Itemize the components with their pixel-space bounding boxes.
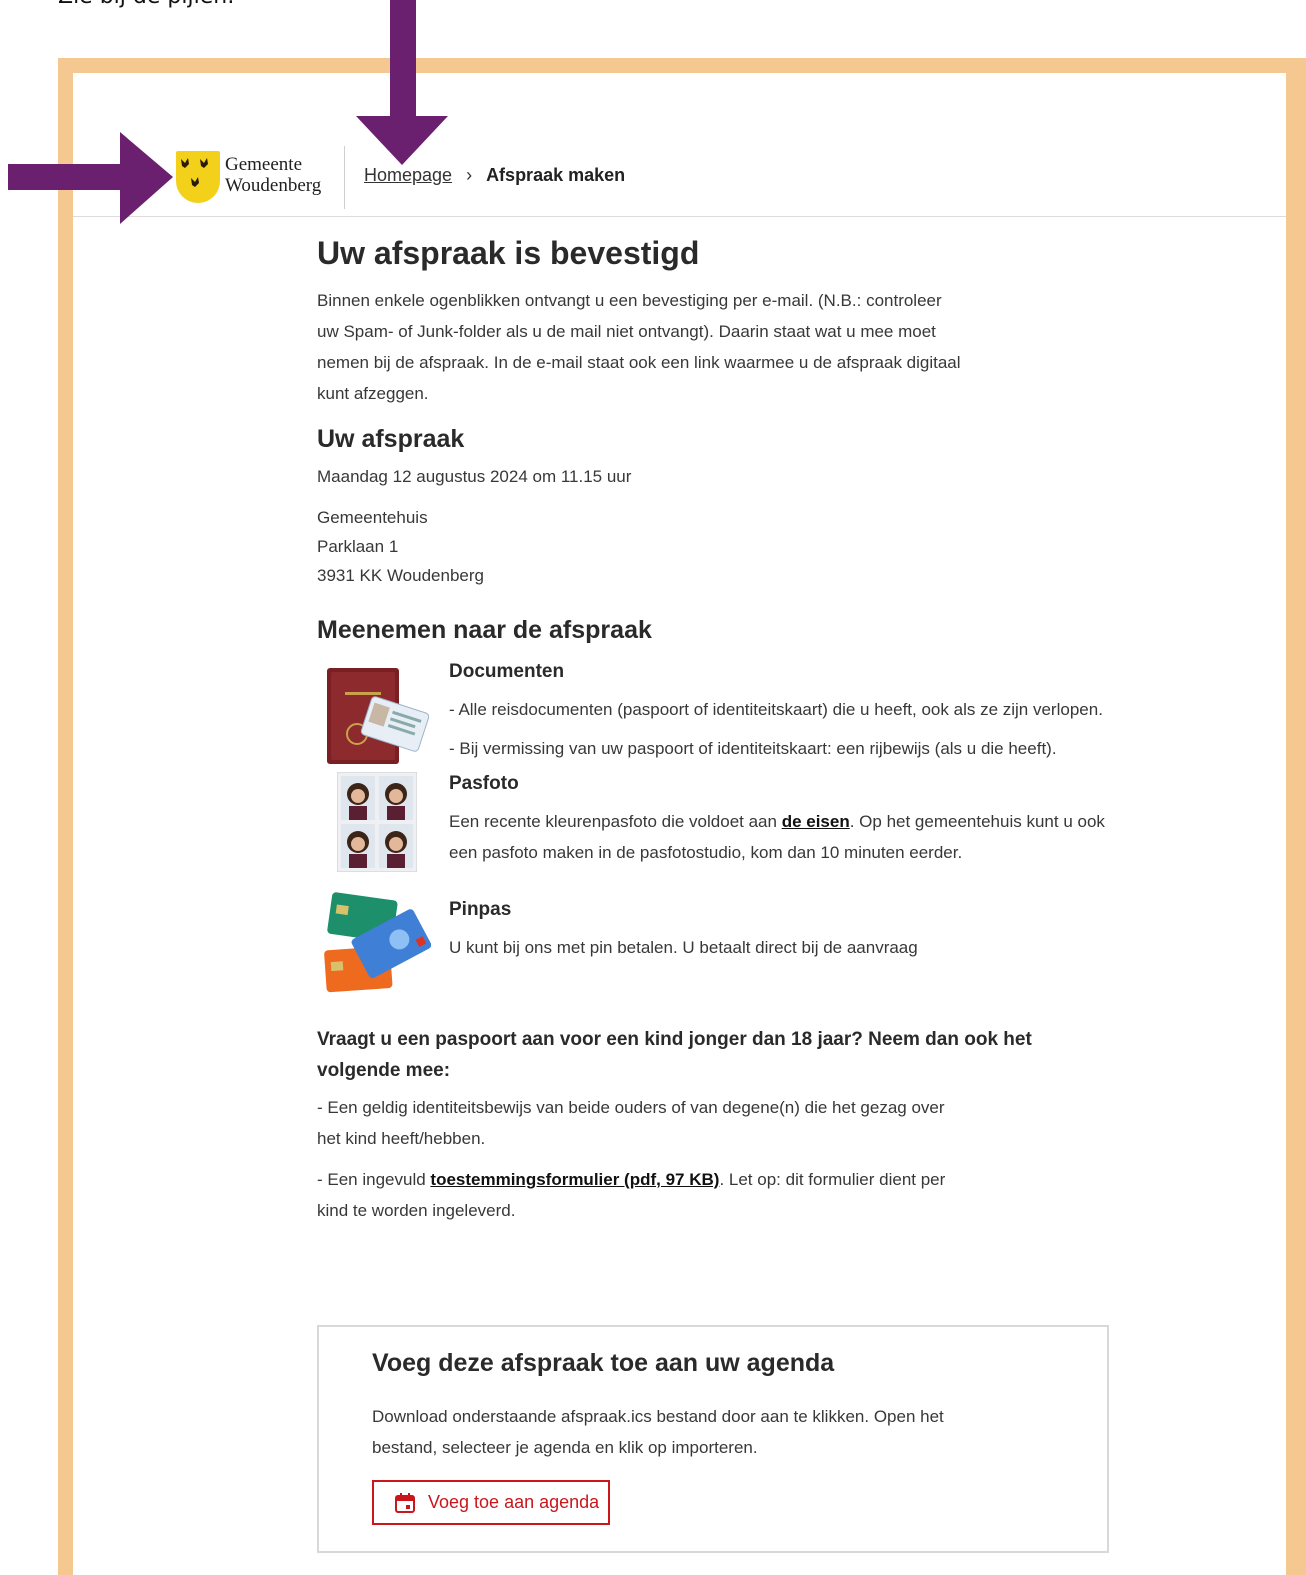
- caption-text: Zie bij de pijlen:: [58, 0, 235, 9]
- add-to-agenda-button[interactable]: Voeg toe aan agenda: [372, 1480, 610, 1525]
- documents-line-1: - Alle reisdocumenten (paspoort of ident…: [449, 700, 1103, 719]
- pasfoto-text-before: Een recente kleurenpasfoto die voldoet a…: [449, 812, 782, 831]
- woudenberg-shield-logo: [176, 151, 220, 203]
- location-city: 3931 KK Woudenberg: [317, 566, 484, 585]
- breadcrumb-homepage-link[interactable]: Homepage: [364, 165, 452, 186]
- arrow-down-icon: [356, 0, 448, 165]
- child-section: Vraagt u een paspoort aan voor een kind …: [317, 1024, 1117, 1226]
- documents-item: Documenten - Alle reisdocumenten (paspoo…: [317, 660, 1117, 764]
- breadcrumb: Homepage › Afspraak maken: [364, 165, 625, 186]
- add-to-agenda-label: Voeg toe aan agenda: [428, 1492, 600, 1512]
- location-street: Parklaan 1: [317, 537, 399, 556]
- pasfoto-text: Een recente kleurenpasfoto die voldoet a…: [449, 806, 1117, 868]
- breadcrumb-current: Afspraak maken: [486, 165, 626, 185]
- site-header: Gemeente Woudenberg Homepage › Afspraak …: [73, 73, 1286, 217]
- page-title: Uw afspraak is bevestigd: [317, 235, 700, 271]
- site-logo[interactable]: Gemeente Woudenberg: [176, 151, 336, 205]
- pasfoto-heading: Pasfoto: [449, 773, 519, 794]
- breadcrumb-chevron-icon: ›: [466, 165, 473, 185]
- bring-heading: Meenemen naar de afspraak: [317, 616, 652, 644]
- de-eisen-link[interactable]: de eisen: [782, 812, 850, 831]
- arrow-right-icon: [8, 132, 173, 224]
- intro-text: Binnen enkele ogenblikken ontvangt u een…: [317, 291, 961, 403]
- agenda-heading: Voeg deze afspraak toe aan uw agenda: [372, 1349, 835, 1377]
- location-name: Gemeentehuis: [317, 508, 428, 527]
- documents-heading: Documenten: [449, 661, 565, 682]
- header-divider: [344, 146, 345, 209]
- pinpas-heading: Pinpas: [449, 899, 512, 920]
- passport-image: [325, 664, 430, 773]
- pinpas-text: U kunt bij ons met pin betalen. U betaal…: [449, 938, 918, 957]
- appointment-heading: Uw afspraak: [317, 425, 465, 453]
- pasfoto-item: Pasfoto Een recente kleurenpasfoto die v…: [317, 771, 1117, 873]
- pasfoto-image: [336, 771, 418, 877]
- agenda-text: Download onderstaande afspraak.ics besta…: [372, 1407, 944, 1457]
- logo-line-1: Gemeente: [225, 154, 303, 175]
- child-line-2-before: - Een ingevuld: [317, 1170, 431, 1189]
- highlight-frame: Gemeente Woudenberg Homepage › Afspraak …: [58, 58, 1306, 1575]
- agenda-box: Voeg deze afspraak toe aan uw agenda Dow…: [317, 1325, 1109, 1553]
- pinpas-image: [321, 890, 432, 999]
- child-line-2: - Een ingevuld toestemmingsformulier (pd…: [317, 1164, 967, 1226]
- webpage: Gemeente Woudenberg Homepage › Afspraak …: [73, 73, 1286, 1575]
- appointment-address: Gemeentehuis Parklaan 1 3931 KK Woudenbe…: [317, 503, 1117, 590]
- toestemmingsformulier-link[interactable]: toestemmingsformulier (pdf, 97 KB): [430, 1170, 719, 1189]
- logo-wordmark: Gemeente Woudenberg: [225, 154, 321, 196]
- logo-line-2: Woudenberg: [225, 175, 322, 196]
- main-content: Uw afspraak is bevestigd Binnen enkele o…: [317, 223, 1117, 1236]
- calendar-icon: [395, 1492, 415, 1513]
- documents-line-2: - Bij vermissing van uw paspoort of iden…: [449, 739, 1057, 758]
- child-line-1: - Een geldig identiteitsbewijs van beide…: [317, 1098, 945, 1148]
- child-heading: Vraagt u een paspoort aan voor een kind …: [317, 1029, 1032, 1081]
- appointment-date: Maandag 12 augustus 2024 om 11.15 uur: [317, 467, 632, 486]
- pinpas-item: Pinpas U kunt bij ons met pin betalen. U…: [317, 892, 1117, 998]
